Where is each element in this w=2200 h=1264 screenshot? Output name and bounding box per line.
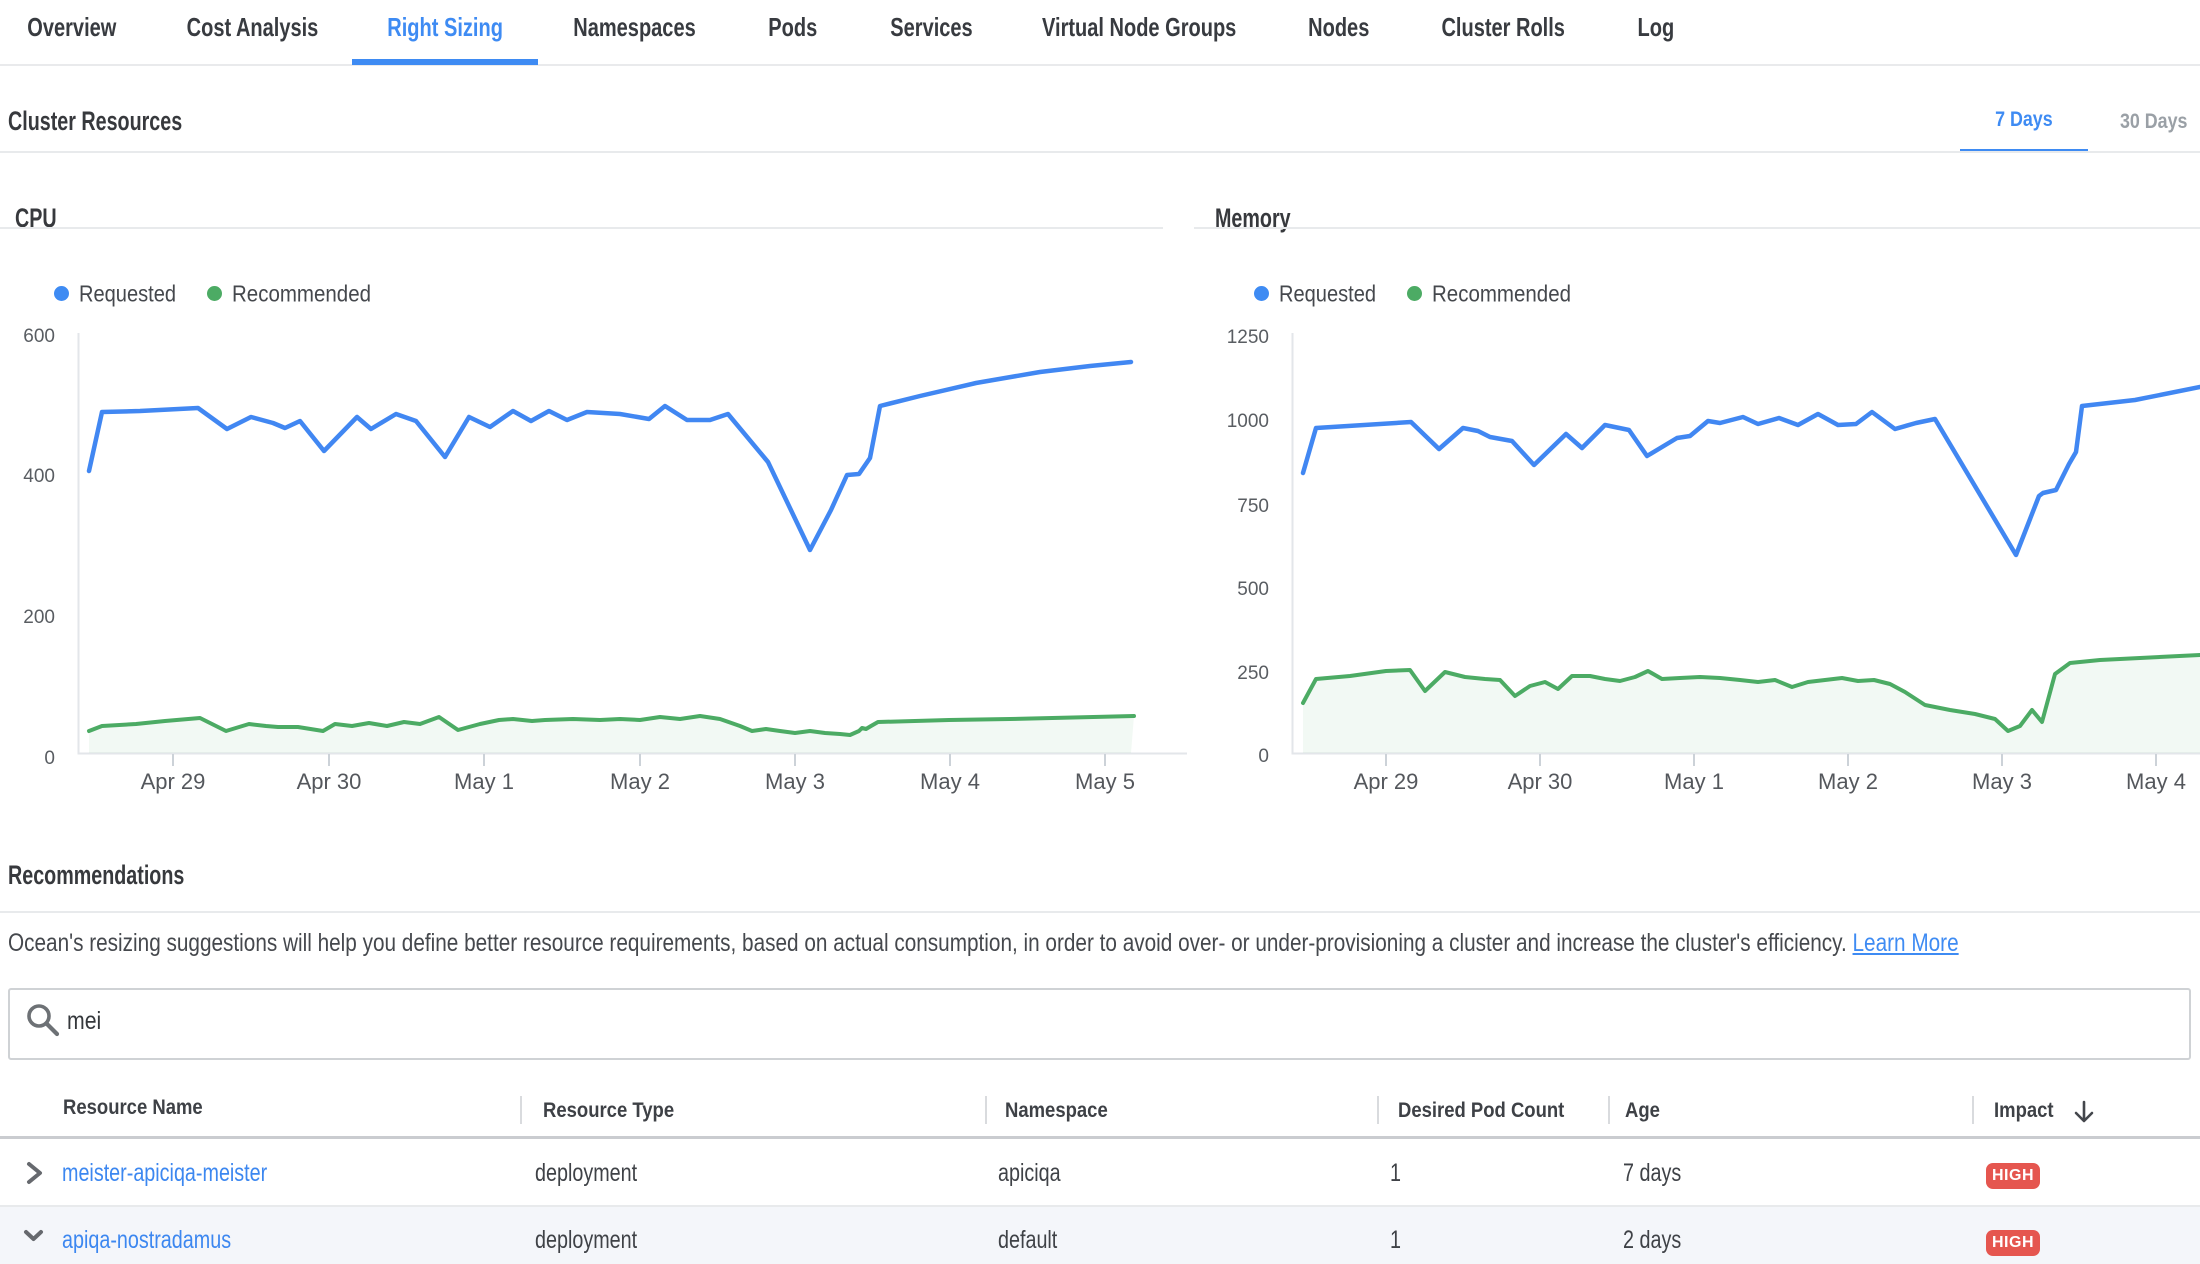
svg-text:May 1: May 1 [1664, 769, 1724, 794]
svg-text:0: 0 [1258, 746, 1269, 767]
svg-text:1000: 1000 [1227, 411, 1269, 432]
svg-text:Apr 30: Apr 30 [297, 769, 362, 794]
svg-text:May 4: May 4 [2126, 769, 2186, 794]
svg-text:May 2: May 2 [610, 769, 670, 794]
svg-text:400: 400 [23, 466, 55, 487]
svg-text:600: 600 [23, 326, 55, 347]
svg-text:500: 500 [1237, 579, 1269, 600]
svg-text:May 5: May 5 [1075, 769, 1135, 794]
svg-text:200: 200 [23, 607, 55, 628]
svg-text:250: 250 [1237, 663, 1269, 684]
svg-text:May 3: May 3 [1972, 769, 2032, 794]
svg-text:May 2: May 2 [1818, 769, 1878, 794]
svg-text:Requested: Requested [1279, 281, 1376, 307]
svg-text:Recommended: Recommended [1432, 281, 1571, 307]
svg-text:750: 750 [1237, 496, 1269, 517]
svg-text:Recommended: Recommended [232, 281, 371, 307]
svg-text:Apr 30: Apr 30 [1508, 769, 1573, 794]
svg-text:May 4: May 4 [920, 769, 980, 794]
svg-text:Apr 29: Apr 29 [1354, 769, 1419, 794]
svg-text:May 1: May 1 [454, 769, 514, 794]
svg-text:1250: 1250 [1227, 327, 1269, 348]
svg-text:0: 0 [44, 748, 55, 769]
svg-text:May 3: May 3 [765, 769, 825, 794]
svg-text:Apr 29: Apr 29 [141, 769, 206, 794]
svg-text:Requested: Requested [79, 281, 176, 307]
